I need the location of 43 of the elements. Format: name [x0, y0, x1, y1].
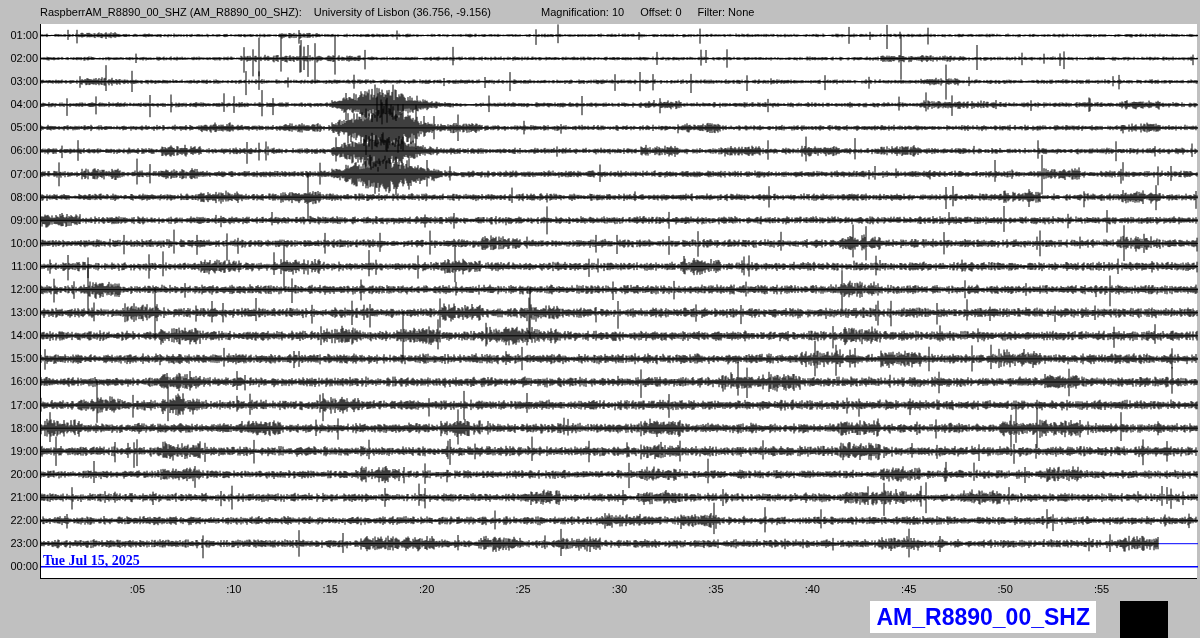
hour-label: 05:00 [9, 120, 39, 136]
hour-label: 20:00 [9, 466, 39, 482]
hour-label: 19:00 [9, 443, 39, 459]
magnification-text: Magnification: 10 [541, 4, 625, 20]
hour-label: 22:00 [9, 512, 39, 528]
hour-label: 11:00 [10, 258, 39, 274]
hour-label: 03:00 [9, 74, 39, 90]
hour-label: 04:00 [9, 97, 39, 113]
hour-label: 12:00 [9, 282, 39, 298]
hour-label: 13:00 [9, 305, 39, 321]
minute-tick-label: :45 [901, 583, 917, 595]
hour-label: 01:00 [9, 28, 39, 43]
station-label: AM_R8890_00_SHZ [870, 601, 1096, 633]
hour-label: 00:00 [9, 559, 39, 575]
hour-label: 18:00 [9, 420, 39, 436]
hour-label: 16:00 [9, 374, 39, 390]
hour-label: 21:00 [9, 489, 39, 505]
hour-label: 17:00 [9, 397, 39, 413]
hour-label: 06:00 [9, 143, 39, 159]
station-title: RaspberrAM_R8890_00_SHZ (AM_R8890_00_SHZ): [40, 4, 302, 20]
date-label: Tue Jul 15, 2025 [43, 552, 140, 568]
hour-label: 02:00 [9, 51, 39, 67]
status-square [1120, 601, 1168, 638]
hour-label: 10:00 [9, 235, 39, 251]
offset-text: Offset: 0 [640, 4, 682, 20]
hour-label: 07:00 [9, 166, 39, 182]
minute-tick-label: :20 [419, 583, 435, 595]
minute-tick-label: :10 [226, 583, 242, 595]
location-text: University of Lisbon (36.756, -9.156) [313, 4, 491, 20]
minute-tick-label: :35 [708, 583, 724, 595]
minute-tick-label: :30 [611, 583, 628, 595]
minute-tick-label: :25 [515, 583, 531, 595]
minute-tick-label: :50 [997, 583, 1013, 595]
filter-text: Filter: None [697, 4, 755, 20]
hour-label: 23:00 [9, 536, 39, 552]
hour-label: 14:00 [9, 328, 39, 344]
minute-tick-label: :05 [129, 583, 146, 595]
minute-tick-label: :55 [1093, 583, 1110, 595]
hour-label: 08:00 [9, 189, 39, 205]
hour-label: 09:00 [9, 212, 39, 228]
minute-tick-label: :15 [322, 583, 338, 595]
hour-label: 15:00 [9, 351, 39, 367]
minute-tick-label: :40 [804, 583, 820, 595]
